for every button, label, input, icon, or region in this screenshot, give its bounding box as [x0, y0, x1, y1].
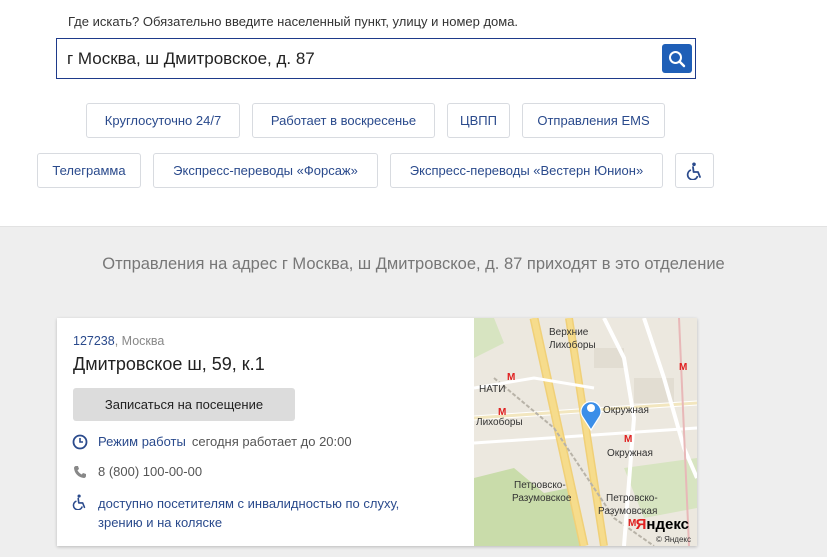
- hours-row: Режим работы сегодня работает до 20:00: [71, 434, 352, 450]
- result-heading: Отправления на адрес г Москва, ш Дмитров…: [102, 255, 725, 273]
- filter-telegram[interactable]: Телеграмма: [37, 153, 141, 188]
- map-canvas: Верхние Лихоборы M НАТИ M Лихоборы Окруж…: [474, 318, 697, 546]
- filter-ems[interactable]: Отправления EMS: [522, 103, 665, 138]
- clock-icon: [71, 434, 89, 450]
- phone-icon: [71, 464, 89, 480]
- map-label-verkhnie: Верхние: [549, 327, 589, 338]
- filter-24-7[interactable]: Круглосуточно 24/7: [86, 103, 240, 138]
- office-zip: 127238, Москва: [73, 334, 164, 348]
- filter-western-union[interactable]: Экспресс-переводы «Вестерн Юнион»: [390, 153, 663, 188]
- map-copyright[interactable]: © Яндекс: [656, 535, 691, 544]
- zip-code: 127238: [73, 334, 115, 348]
- search-box: [56, 38, 696, 79]
- accessibility-line-1: доступно посетителям с инвалидностью по …: [98, 496, 400, 511]
- search-button[interactable]: [662, 44, 692, 73]
- search-section: Где искать? Обязательно введите населенн…: [0, 0, 827, 226]
- filter-accessibility[interactable]: [675, 153, 714, 188]
- yandex-logo: Яндекс: [636, 516, 689, 533]
- yandex-logo-y: Я: [635, 516, 647, 533]
- map-label-razumovskoe: Разумовское: [512, 493, 572, 504]
- search-icon: [669, 50, 686, 67]
- accessibility-row: доступно посетителям с инвалидностью по …: [71, 494, 399, 532]
- yandex-logo-rest: ндекс: [646, 516, 689, 533]
- result-section: Отправления на адрес г Москва, ш Дмитров…: [0, 226, 827, 557]
- office-info: 127238, Москва Дмитровское ш, 59, к.1 За…: [57, 318, 473, 546]
- wheelchair-icon: [686, 162, 701, 180]
- search-input[interactable]: [57, 39, 657, 78]
- map-label-nati: НАТИ: [479, 384, 505, 395]
- filter-sunday[interactable]: Работает в воскресенье: [252, 103, 435, 138]
- filter-cvpp[interactable]: ЦВПП: [447, 103, 510, 138]
- accessibility-line-2: зрению и на коляске: [98, 515, 223, 530]
- map-label-okruzhnaya: Окружная: [603, 405, 649, 416]
- phone-number: 8 (800) 100-00-00: [98, 464, 203, 479]
- metro-icon: M: [507, 372, 515, 383]
- accessibility-text: доступно посетителям с инвалидностью по …: [98, 494, 399, 532]
- hours-link[interactable]: Режим работы: [98, 434, 186, 449]
- hours-value: сегодня работает до 20:00: [191, 434, 352, 449]
- map-label-petrovsko: Петровско-: [514, 480, 566, 491]
- map-label-likhobory-2: Лихоборы: [476, 416, 523, 428]
- map-label-petrovsko-right: Петровско-: [606, 493, 658, 504]
- metro-icon: M: [679, 362, 687, 373]
- office-map[interactable]: Верхние Лихоборы M НАТИ M Лихоборы Окруж…: [474, 318, 697, 546]
- wheelchair-icon: [71, 494, 89, 510]
- phone-row: 8 (800) 100-00-00: [71, 464, 202, 480]
- map-label-okruzhnaya-2: Окружная: [607, 448, 653, 459]
- map-label-likhobory: Лихоборы: [549, 339, 596, 351]
- book-visit-button[interactable]: Записаться на посещение: [73, 388, 295, 421]
- office-address: Дмитровское ш, 59, к.1: [73, 354, 265, 374]
- office-city: , Москва: [114, 334, 165, 348]
- filter-forsazh[interactable]: Экспресс-переводы «Форсаж»: [153, 153, 378, 188]
- metro-icon: M: [624, 434, 632, 445]
- office-card: 127238, Москва Дмитровское ш, 59, к.1 За…: [57, 318, 697, 546]
- search-hint: Где искать? Обязательно введите населенн…: [68, 14, 519, 29]
